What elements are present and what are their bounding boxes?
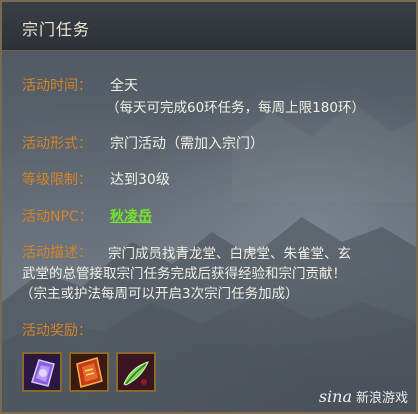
activity-form-value: 宗门活动（需加入宗门） bbox=[110, 136, 264, 152]
green-herb-icon bbox=[118, 354, 154, 390]
reward-slot-2[interactable] bbox=[69, 352, 109, 392]
activity-form-label: 活动形式： bbox=[22, 136, 92, 152]
description-line-3: （宗主或护法每周可以开启3次宗门任务加成） bbox=[20, 286, 299, 302]
title-bar: 宗门任务 bbox=[2, 2, 416, 51]
activity-npc-label: 活动NPC： bbox=[22, 209, 93, 225]
sina-logo: sina bbox=[318, 387, 352, 406]
activity-time-value: 全天 bbox=[110, 78, 138, 94]
red-scroll-icon bbox=[71, 354, 107, 390]
purple-token-icon bbox=[24, 354, 60, 390]
activity-reward-label: 活动奖励： bbox=[22, 323, 92, 339]
description-line-2: 武堂的总管接取宗门任务完成后获得经验和宗门贡献！ bbox=[22, 266, 346, 282]
description-line-1: 宗门成员找青龙堂、白虎堂、朱雀堂、玄 bbox=[108, 246, 351, 262]
activity-time-note: （每天可完成60环任务，每周上限180环） bbox=[106, 100, 365, 116]
level-limit-label: 等级限制： bbox=[22, 172, 92, 188]
activity-description-label: 活动描述： bbox=[22, 245, 92, 261]
panel-title: 宗门任务 bbox=[22, 20, 91, 39]
activity-time-label: 活动时间： bbox=[22, 78, 92, 94]
npc-link[interactable]: 秋凌岳 bbox=[110, 209, 152, 225]
reward-slot-3[interactable] bbox=[116, 352, 156, 392]
sina-watermark-text: 新浪游戏 bbox=[355, 391, 408, 406]
level-limit-value: 达到30级 bbox=[110, 172, 170, 188]
sina-watermark: sina 新浪游戏 bbox=[319, 387, 408, 406]
reward-slot-1[interactable] bbox=[22, 352, 62, 392]
sect-quest-panel: 宗门任务 活动时间： 全天 （每天可完成60环任务，每周上限180环） 活动形式… bbox=[0, 0, 418, 414]
